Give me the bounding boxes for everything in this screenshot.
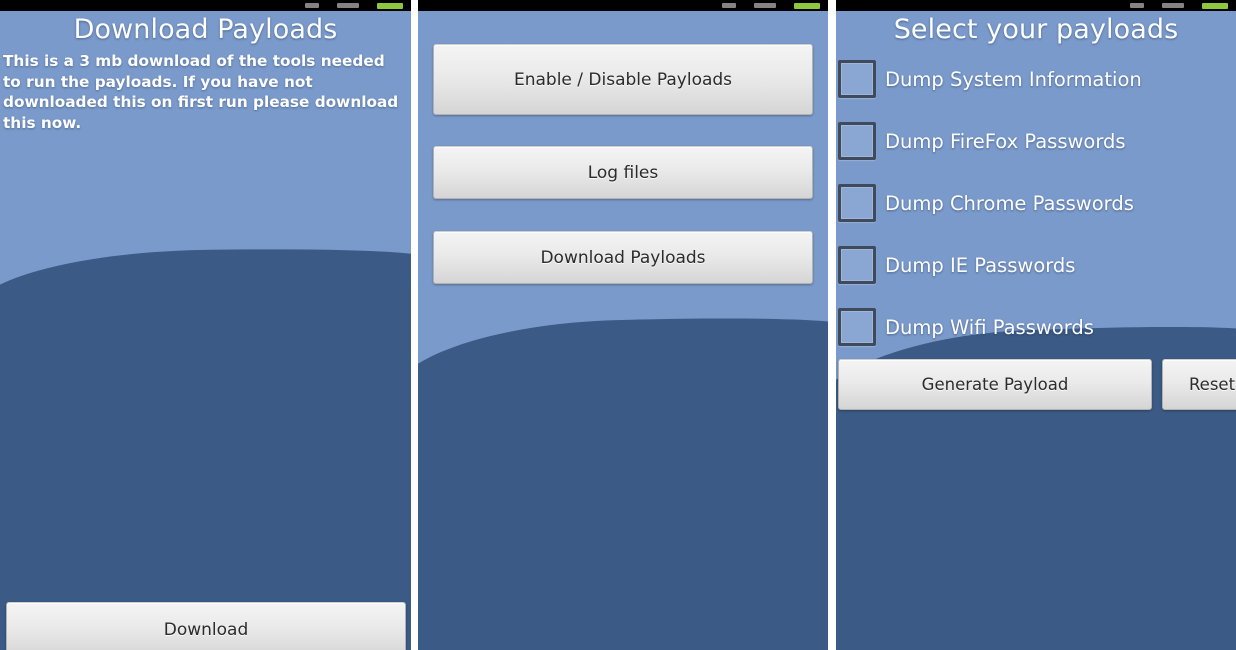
checkbox-row-dump-chrome-passwords[interactable]: Dump Chrome Passwords xyxy=(836,183,1134,223)
generate-payload-button[interactable]: Generate Payload xyxy=(838,359,1152,410)
checkbox-label: Dump IE Passwords xyxy=(885,253,1076,277)
panel-separator xyxy=(411,0,418,650)
download-payloads-button[interactable]: Download Payloads xyxy=(433,231,813,284)
battery-icon xyxy=(794,2,820,9)
status-bar-icons xyxy=(722,0,820,11)
status-bar xyxy=(0,0,411,11)
checkbox-row-dump-system-information[interactable]: Dump System Information xyxy=(836,59,1142,99)
status-bar-icons xyxy=(1130,0,1228,11)
battery-icon xyxy=(377,2,403,9)
description-text: This is a 3 mb download of the tools nee… xyxy=(3,52,399,132)
status-bar-icons xyxy=(305,0,403,11)
checkbox-row-dump-firefox-passwords[interactable]: Dump FireFox Passwords xyxy=(836,121,1126,161)
wallpaper-hill xyxy=(418,313,828,650)
battery-icon xyxy=(1202,2,1228,9)
panel-download-payloads: Download Payloads This is a 3 mb downloa… xyxy=(0,0,411,650)
wallpaper-hill xyxy=(0,245,411,650)
signal-icon xyxy=(722,3,736,8)
checkbox-icon[interactable] xyxy=(838,246,876,284)
three-phone-screenshots: Download Payloads This is a 3 mb downloa… xyxy=(0,0,1236,650)
checkbox-row-dump-wifi-passwords[interactable]: Dump Wifi Passwords xyxy=(836,307,1094,347)
checkbox-icon[interactable] xyxy=(838,184,876,222)
checkbox-label: Dump System Information xyxy=(885,67,1142,91)
panel-separator xyxy=(828,0,836,650)
panel-main-menu: Enable / Disable Payloads Log files Down… xyxy=(418,0,828,650)
checkbox-row-dump-ie-passwords[interactable]: Dump IE Passwords xyxy=(836,245,1075,285)
checkbox-icon[interactable] xyxy=(838,308,876,346)
reset-button[interactable]: Reset xyxy=(1162,359,1236,410)
page-title: Select your payloads xyxy=(893,14,1179,45)
download-button[interactable]: Download xyxy=(6,602,406,650)
status-bar xyxy=(418,0,828,11)
wifi-icon xyxy=(337,3,359,8)
signal-icon xyxy=(305,3,319,8)
wifi-icon xyxy=(754,3,776,8)
checkbox-label: Dump Wifi Passwords xyxy=(885,315,1094,339)
log-files-button[interactable]: Log files xyxy=(433,146,813,199)
checkbox-label: Dump Chrome Passwords xyxy=(885,191,1134,215)
signal-icon xyxy=(1130,3,1144,8)
status-bar xyxy=(836,0,1236,11)
checkbox-label: Dump FireFox Passwords xyxy=(885,129,1126,153)
panel-select-payloads: Select your payloads Dump System Informa… xyxy=(836,0,1236,650)
enable-disable-payloads-button[interactable]: Enable / Disable Payloads xyxy=(433,44,813,115)
wifi-icon xyxy=(1162,3,1184,8)
page-title: Download Payloads xyxy=(73,14,338,45)
checkbox-icon[interactable] xyxy=(838,60,876,98)
checkbox-icon[interactable] xyxy=(838,122,876,160)
